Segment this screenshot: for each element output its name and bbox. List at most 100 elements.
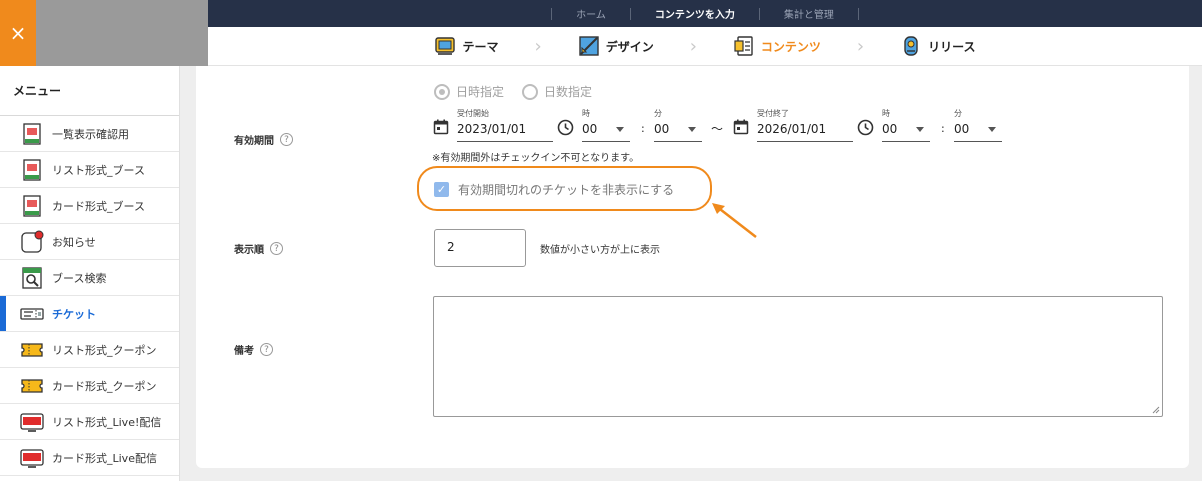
sidebar-item-label: カード形式_クーポン <box>52 379 157 393</box>
radio-datetime-label: 日時指定 <box>456 85 505 99</box>
sidebar-item-label: リスト形式_Live!配信 <box>52 415 162 429</box>
chevron-right-icon: › <box>534 35 542 57</box>
sidebar-item-ticket[interactable]: チケット <box>0 296 179 332</box>
remarks-label-text: 備考 <box>234 346 254 357</box>
minute-label: 分 <box>954 109 962 118</box>
sidebar: メニュー 一覧表示確認用 リスト形式_ブース カード形式_ブース お知らせ ブー… <box>0 66 180 481</box>
nav-separator <box>857 7 859 20</box>
help-icon[interactable]: ? <box>260 343 273 356</box>
sidebar-item-label: リスト形式_クーポン <box>52 343 157 357</box>
sidebar-item-label: ブース検索 <box>52 271 107 285</box>
sidebar-item-card-coupon[interactable]: カード形式_クーポン <box>0 368 179 404</box>
help-icon[interactable]: ? <box>270 242 283 255</box>
ticket-icon <box>20 307 44 320</box>
sidebar-item-list-check[interactable]: 一覧表示確認用 <box>0 116 179 152</box>
time-colon: : <box>941 122 945 135</box>
notice-icon <box>21 230 44 253</box>
range-tilde: 〜 <box>711 122 724 136</box>
booth-search-icon <box>22 266 42 289</box>
sidebar-item-label: カード形式_Live配信 <box>52 451 157 465</box>
sidebar-item-label: カード形式_ブース <box>52 199 145 213</box>
booth-icon <box>23 122 41 145</box>
hide-expired-label: 有効期間切れのチケットを非表示にする <box>458 183 675 197</box>
sidebar-item-list-coupon[interactable]: リスト形式_クーポン <box>0 332 179 368</box>
start-hour-select[interactable]: 時 00 <box>582 108 630 142</box>
live-icon <box>20 412 44 432</box>
radio-days-label: 日数指定 <box>544 85 593 99</box>
remarks-textarea[interactable] <box>433 296 1163 417</box>
order-label: 表示順 ? <box>234 241 283 256</box>
minute-label: 分 <box>654 109 662 118</box>
radio-checked-icon <box>434 83 450 100</box>
sidebar-item-card-booth[interactable]: カード形式_ブース <box>0 188 179 224</box>
time-colon: : <box>641 122 645 135</box>
validity-label: 有効期間 ? <box>234 132 293 147</box>
chevron-down-icon <box>988 127 996 132</box>
calendar-icon[interactable] <box>433 119 449 135</box>
menu-title: メニュー <box>0 66 179 116</box>
step-bar: テーマ › デザイン › コンテンツ › リリース <box>208 27 1202 66</box>
sidebar-item-list-live[interactable]: リスト形式_Live!配信 <box>0 404 179 440</box>
help-icon[interactable]: ? <box>280 133 293 146</box>
form-card: 有効期間 ? 日時指定 日数指定 受付開始 2023/01/01 時 00 : … <box>196 66 1189 468</box>
release-icon <box>904 36 918 56</box>
nav-separator <box>758 7 760 20</box>
start-date-label: 受付開始 <box>457 109 489 118</box>
live-icon <box>20 448 44 468</box>
end-date-label: 受付終了 <box>757 109 789 118</box>
sidebar-item-card-live[interactable]: カード形式_Live配信 <box>0 440 179 476</box>
resize-handle-icon[interactable] <box>1152 406 1160 414</box>
calendar-icon[interactable] <box>733 119 749 135</box>
step-label: コンテンツ <box>760 39 821 54</box>
step-release[interactable]: リリース <box>900 35 976 57</box>
end-date-field[interactable]: 受付終了 2026/01/01 <box>757 108 853 142</box>
step-theme[interactable]: テーマ <box>434 35 498 57</box>
arrow-annotation-icon <box>712 203 757 238</box>
sidebar-item-label: リスト形式_ブース <box>52 163 145 177</box>
nav-input-contents[interactable]: コンテンツを入力 <box>655 6 735 21</box>
step-contents[interactable]: コンテンツ <box>733 35 821 57</box>
chevron-down-icon <box>688 127 696 132</box>
coupon-icon <box>21 378 43 393</box>
nav-separator <box>629 7 631 20</box>
remarks-label: 備考 ? <box>234 342 273 357</box>
sidebar-item-booth-search[interactable]: ブース検索 <box>0 260 179 296</box>
sidebar-item-list-booth[interactable]: リスト形式_ブース <box>0 152 179 188</box>
nav-home[interactable]: ホーム <box>576 6 606 21</box>
validity-note: ※有効期間外はチェックイン不可となります。 <box>432 153 640 164</box>
clock-icon <box>857 119 874 136</box>
order-label-text: 表示順 <box>234 245 264 256</box>
hide-expired-checkbox[interactable]: ✓ 有効期間切れのチケットを非表示にする <box>434 181 674 198</box>
theme-icon <box>435 37 456 55</box>
end-minute-select[interactable]: 分 00 <box>954 108 1002 142</box>
step-design[interactable]: デザイン <box>578 35 654 57</box>
hour-label: 時 <box>882 109 890 118</box>
chevron-down-icon <box>916 127 924 132</box>
chevron-down-icon <box>616 127 624 132</box>
coupon-icon <box>21 342 43 357</box>
top-navigation: ホーム コンテンツを入力 集計と管理 <box>208 0 1202 27</box>
nav-separator <box>551 7 553 20</box>
close-button[interactable]: × <box>0 0 36 66</box>
sidebar-item-notice[interactable]: お知らせ <box>0 224 179 260</box>
start-date-field[interactable]: 受付開始 2023/01/01 <box>457 108 553 142</box>
chevron-right-icon: › <box>689 35 697 57</box>
clock-icon <box>557 119 574 136</box>
design-icon <box>578 36 599 56</box>
step-label: デザイン <box>605 39 654 54</box>
sidebar-item-label: 一覧表示確認用 <box>52 127 129 141</box>
check-icon: ✓ <box>434 182 449 197</box>
step-label: リリース <box>928 39 976 54</box>
radio-days[interactable]: 日数指定 <box>522 83 592 100</box>
radio-datetime[interactable]: 日時指定 <box>434 83 504 100</box>
sidebar-item-label: チケット <box>52 307 96 321</box>
order-hint: 数値が小さい方が上に表示 <box>540 245 660 256</box>
end-hour-select[interactable]: 時 00 <box>882 108 930 142</box>
validity-label-text: 有効期間 <box>234 136 274 147</box>
nav-stats[interactable]: 集計と管理 <box>784 6 834 21</box>
start-date-value: 2023/01/01 <box>457 122 527 136</box>
start-minute-select[interactable]: 分 00 <box>654 108 702 142</box>
contents-icon <box>734 36 753 56</box>
radio-unchecked-icon <box>522 83 538 100</box>
order-input[interactable]: 2 <box>434 229 526 267</box>
